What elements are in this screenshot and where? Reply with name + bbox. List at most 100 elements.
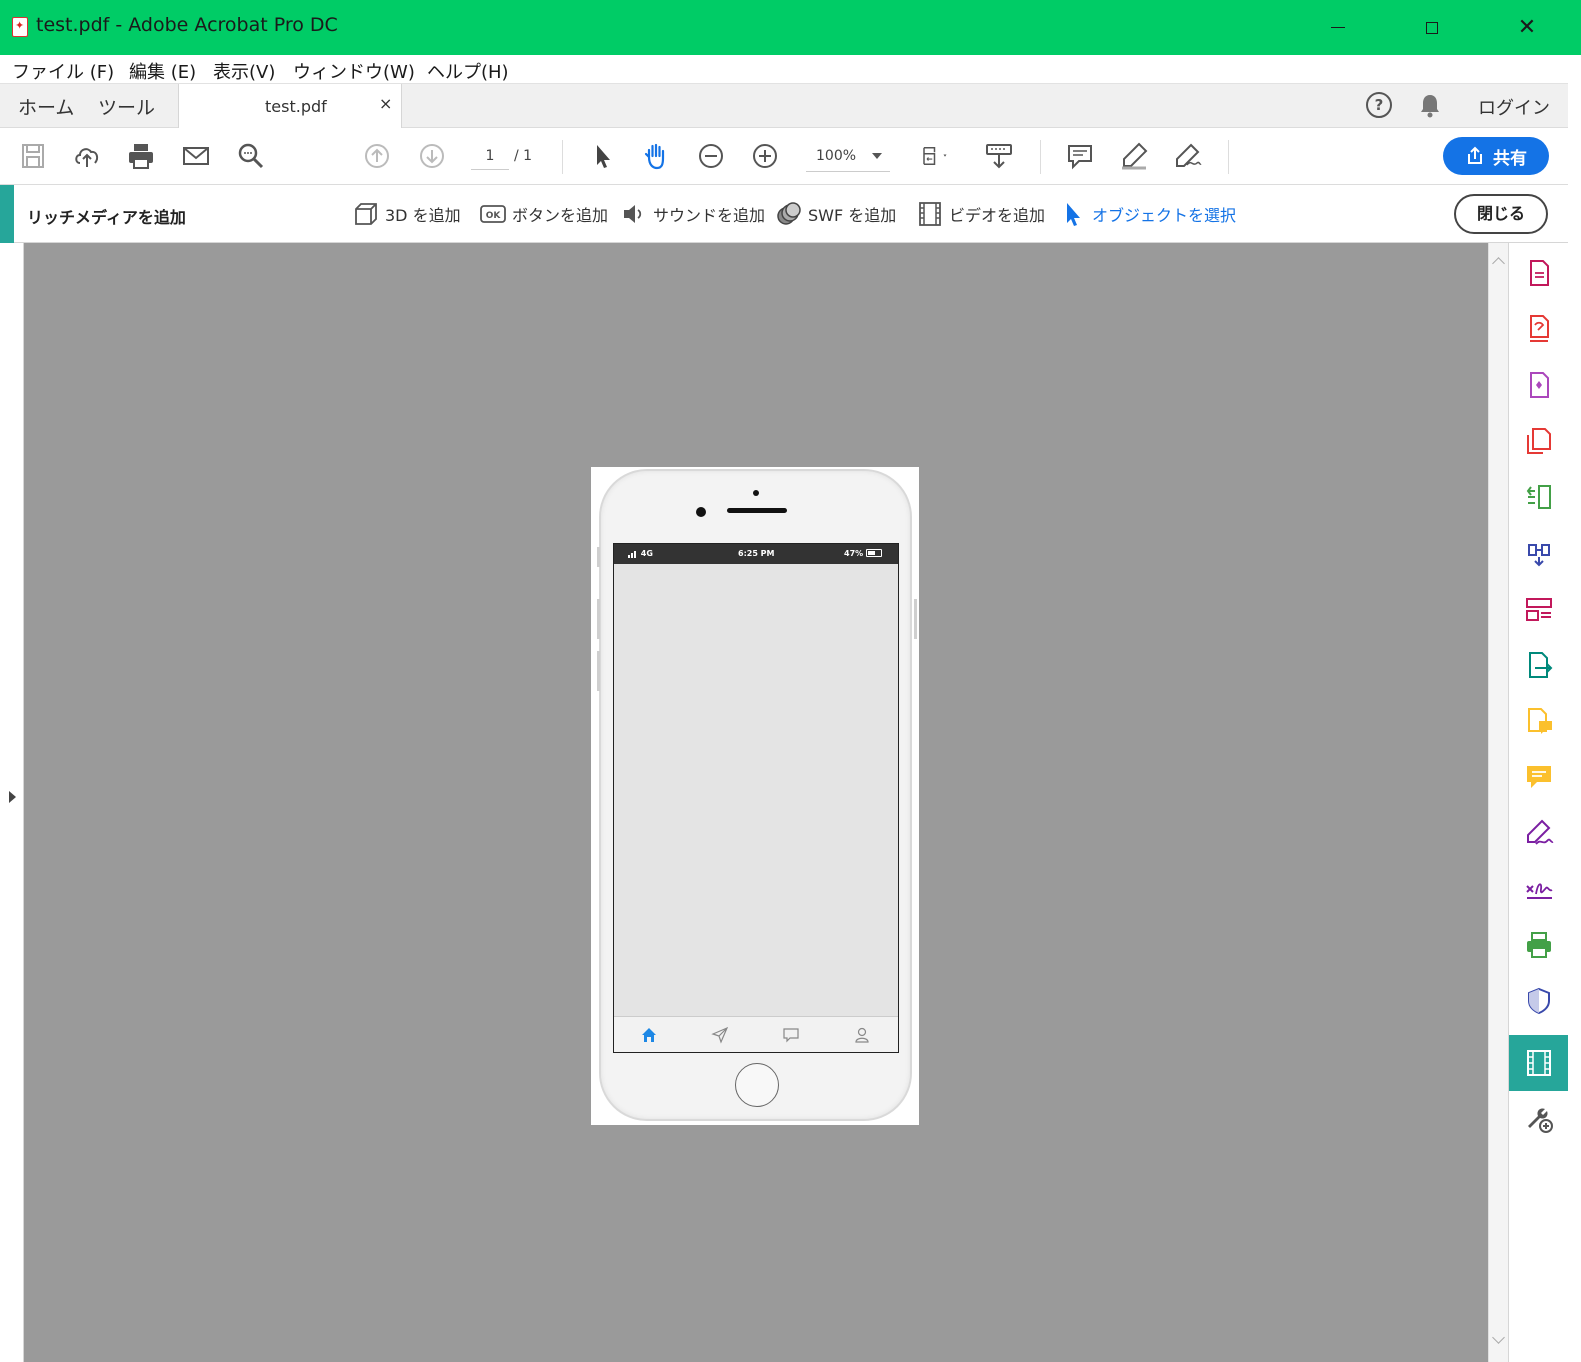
send-for-review-tool[interactable]	[1521, 647, 1557, 683]
add-video-label: ビデオを追加	[949, 206, 1046, 225]
comment-tool[interactable]	[1521, 759, 1557, 795]
scan-icon	[1528, 544, 1550, 567]
page-fit-button[interactable]	[913, 138, 959, 174]
phone-camera	[696, 507, 706, 517]
add-3d-label: 3D を追加	[385, 206, 461, 225]
phone-time: 6:25 PM	[738, 549, 775, 558]
add-sound-button[interactable]: サウンドを追加	[621, 199, 765, 229]
toolbar-divider	[562, 140, 563, 174]
print-button[interactable]	[123, 138, 159, 174]
phone-side-button	[597, 547, 600, 567]
zoom-out-button[interactable]	[693, 138, 729, 174]
page-total: / 1	[514, 148, 533, 164]
prepare-form-tool[interactable]	[1521, 591, 1557, 627]
speaker-icon	[624, 205, 642, 223]
page-fit-icon	[923, 147, 947, 165]
create-pdf-tool[interactable]	[1521, 255, 1557, 291]
edit-pdf-icon	[1530, 372, 1549, 398]
next-page-button[interactable]	[414, 138, 450, 174]
search-button[interactable]	[233, 138, 269, 174]
chat-icon	[783, 1028, 799, 1043]
hand-icon	[644, 143, 665, 170]
form-icon	[1526, 598, 1552, 621]
scroll-up-icon[interactable]	[1492, 257, 1505, 270]
more-tools-tool[interactable]	[1521, 1101, 1557, 1137]
send-file-icon	[1529, 652, 1553, 678]
add-swf-button[interactable]: SWF を追加	[776, 199, 896, 229]
protect-tool[interactable]	[1521, 983, 1557, 1019]
upload-cloud-button[interactable]	[69, 138, 105, 174]
add-video-button[interactable]: ビデオを追加	[917, 199, 1045, 229]
comment-button[interactable]	[1062, 138, 1098, 174]
review-comment-tool[interactable]	[1521, 703, 1557, 739]
email-button[interactable]	[178, 138, 214, 174]
comment-icon	[1068, 145, 1092, 170]
rich-media-title: リッチメディアを追加	[27, 208, 186, 227]
phone-sensor	[753, 490, 759, 496]
edit-pdf-tool[interactable]	[1521, 367, 1557, 403]
search-icon	[238, 143, 264, 169]
share-upload-icon	[1468, 146, 1482, 164]
toolbar-divider	[1228, 140, 1229, 174]
close-window-button[interactable]: ✕	[1497, 0, 1557, 55]
window-title: test.pdf - Adobe Acrobat Pro DC	[36, 14, 338, 36]
menu-help[interactable]: ヘルプ(H)	[427, 58, 509, 84]
zoom-in-button[interactable]	[747, 138, 783, 174]
add-button-label: ボタンを追加	[512, 206, 609, 225]
rich-media-toolbar: リッチメディアを追加 3D を追加 OK ボタンを追加 サウンドを追加 SWF …	[0, 185, 1581, 243]
phone-home-button	[735, 1063, 779, 1107]
help-icon[interactable]: ?	[1366, 92, 1392, 118]
close-richmedia-button[interactable]: 閉じる	[1454, 194, 1548, 234]
previous-page-button[interactable]	[359, 138, 395, 174]
send-icon	[711, 1026, 729, 1044]
phone-side-button	[597, 599, 600, 639]
zoom-level-select[interactable]: 100%	[806, 142, 890, 172]
combine-files-tool[interactable]	[1521, 423, 1557, 459]
film-strip-icon	[919, 202, 941, 226]
tab-tools[interactable]: ツール	[98, 93, 155, 120]
signal-bars-icon	[628, 550, 636, 558]
highlight-button[interactable]	[1116, 138, 1152, 174]
print-production-tool[interactable]	[1521, 927, 1557, 963]
page-number-input[interactable]: 1	[471, 142, 509, 170]
select-object-button[interactable]: オブジェクトを選択	[1060, 199, 1236, 229]
menu-view[interactable]: 表示(V)	[213, 58, 275, 84]
notification-bell-icon[interactable]	[1418, 92, 1442, 120]
export-pdf-tool[interactable]	[1521, 310, 1557, 346]
left-panel-toggle[interactable]	[0, 243, 24, 1362]
fill-sign-tool[interactable]	[1521, 815, 1557, 851]
tab-document[interactable]: test.pdf ×	[178, 84, 402, 128]
phone-screen: 4G 6:25 PM 47%	[613, 543, 899, 1053]
menu-file[interactable]: ファイル (F)	[12, 58, 114, 84]
network-label: 4G	[640, 549, 653, 558]
add-sound-label: サウンドを追加	[653, 206, 766, 225]
cube-icon	[355, 203, 377, 225]
rich-media-tool[interactable]	[1509, 1035, 1568, 1091]
select-tool-button[interactable]	[584, 138, 620, 174]
chevron-down-icon	[872, 153, 882, 159]
tab-document-label: test.pdf	[265, 97, 327, 116]
review-file-icon	[1528, 708, 1552, 734]
request-signature-tool[interactable]	[1521, 871, 1557, 907]
pdf-page[interactable]: 4G 6:25 PM 47%	[591, 467, 919, 1125]
hand-tool-button[interactable]	[638, 138, 674, 174]
maximize-button[interactable]	[1402, 0, 1462, 55]
menu-edit[interactable]: 編集 (E)	[129, 58, 196, 84]
wrench-plus-icon	[1528, 1108, 1553, 1133]
add-button-button[interactable]: OK ボタンを追加	[480, 199, 608, 229]
save-button[interactable]	[15, 138, 51, 174]
close-tab-icon[interactable]: ×	[379, 94, 392, 113]
phone-speaker	[727, 508, 787, 513]
scroll-mode-button[interactable]	[981, 138, 1017, 174]
scroll-down-icon[interactable]	[1492, 1331, 1505, 1344]
minimize-button[interactable]	[1308, 0, 1368, 55]
tab-home[interactable]: ホーム	[18, 93, 74, 120]
add-3d-button[interactable]: 3D を追加	[353, 199, 461, 229]
login-link[interactable]: ログイン	[1478, 94, 1550, 120]
scan-ocr-tool[interactable]	[1521, 535, 1557, 571]
share-button[interactable]: 共有	[1443, 137, 1549, 175]
organize-pages-tool[interactable]	[1521, 479, 1557, 515]
vertical-scrollbar[interactable]	[1488, 243, 1508, 1362]
sign-button[interactable]	[1170, 138, 1206, 174]
menu-window[interactable]: ウィンドウ(W)	[293, 58, 415, 84]
